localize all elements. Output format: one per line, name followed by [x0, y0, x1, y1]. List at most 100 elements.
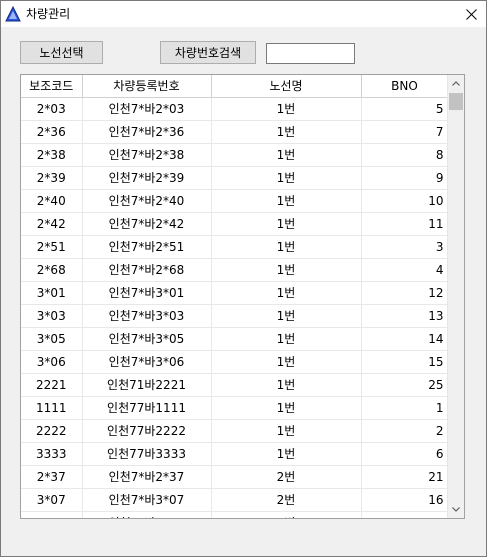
cell-bno[interactable]: 8 [361, 143, 449, 167]
cell-registration-number[interactable]: 인천7*바3*03 [82, 304, 212, 328]
cell-registration-number[interactable]: 인천7*바2*68 [82, 258, 212, 282]
cell-route-name[interactable]: 1번 [211, 442, 362, 466]
cell-route-name[interactable]: 1번 [211, 97, 362, 121]
cell-route-name[interactable]: 1번 [211, 281, 362, 305]
cell-bno[interactable]: 15 [361, 350, 449, 374]
cell-aux-code[interactable]: 2221 [21, 373, 83, 397]
cell-route-name[interactable]: 2번 [211, 511, 362, 518]
cell-route-name[interactable]: 1번 [211, 327, 362, 351]
cell-bno[interactable]: 17 [361, 511, 449, 518]
cell-registration-number[interactable]: 인천7*바3*08 [82, 511, 212, 518]
cell-registration-number[interactable]: 인천77바3333 [82, 442, 212, 466]
cell-bno[interactable]: 12 [361, 281, 449, 305]
cell-bno[interactable]: 3 [361, 235, 449, 259]
cell-aux-code[interactable]: 3*03 [21, 304, 83, 328]
table-row[interactable]: 2*68 인천7*바2*68 1번 4 [21, 258, 449, 282]
cell-aux-code[interactable]: 3*05 [21, 327, 83, 351]
cell-aux-code[interactable]: 2*36 [21, 120, 83, 144]
cell-aux-code[interactable]: 3*01 [21, 281, 83, 305]
cell-aux-code[interactable]: 3*06 [21, 350, 83, 374]
cell-bno[interactable]: 14 [361, 327, 449, 351]
table-row[interactable]: 2*51 인천7*바2*51 1번 3 [21, 235, 449, 259]
table-row[interactable]: 2222 인천77바2222 1번 2 [21, 419, 449, 443]
cell-registration-number[interactable]: 인천7*바3*07 [82, 488, 212, 512]
route-select-button[interactable]: 노선선택 [20, 41, 103, 64]
cell-route-name[interactable]: 1번 [211, 304, 362, 328]
table-row[interactable]: 3*01 인천7*바3*01 1번 12 [21, 281, 449, 305]
cell-aux-code[interactable]: 2*40 [21, 189, 83, 213]
cell-registration-number[interactable]: 인천7*바3*06 [82, 350, 212, 374]
table-row[interactable]: 3*05 인천7*바3*05 1번 14 [21, 327, 449, 351]
cell-registration-number[interactable]: 인천7*바2*51 [82, 235, 212, 259]
cell-route-name[interactable]: 1번 [211, 258, 362, 282]
cell-bno[interactable]: 5 [361, 97, 449, 121]
cell-aux-code[interactable]: 2*39 [21, 166, 83, 190]
table-row[interactable]: 3*08인천7*바3*082번17 [21, 511, 449, 518]
table-row[interactable]: 2*40 인천7*바2*40 1번 10 [21, 189, 449, 213]
table-row[interactable]: 2*36 인천7*바2*36 1번 7 [21, 120, 449, 144]
cell-route-name[interactable]: 1번 [211, 235, 362, 259]
cell-route-name[interactable]: 2번 [211, 488, 362, 512]
cell-bno[interactable]: 4 [361, 258, 449, 282]
table-row[interactable]: 3333 인천77바3333 1번 6 [21, 442, 449, 466]
cell-bno[interactable]: 6 [361, 442, 449, 466]
cell-aux-code[interactable]: 2222 [21, 419, 83, 443]
cell-route-name[interactable]: 1번 [211, 120, 362, 144]
cell-aux-code[interactable]: 2*37 [21, 465, 83, 489]
cell-route-name[interactable]: 1번 [211, 189, 362, 213]
scroll-up-button[interactable] [448, 75, 464, 92]
cell-bno[interactable]: 1 [361, 396, 449, 420]
scroll-thumb[interactable] [449, 93, 463, 110]
cell-bno[interactable]: 7 [361, 120, 449, 144]
cell-route-name[interactable]: 2번 [211, 465, 362, 489]
cell-registration-number[interactable]: 인천7*바2*40 [82, 189, 212, 213]
cell-route-name[interactable]: 1번 [211, 419, 362, 443]
cell-registration-number[interactable]: 인천7*바2*39 [82, 166, 212, 190]
cell-bno[interactable]: 25 [361, 373, 449, 397]
cell-aux-code[interactable]: 2*68 [21, 258, 83, 282]
table-row[interactable]: 3*03 인천7*바3*03 1번 13 [21, 304, 449, 328]
cell-aux-code[interactable]: 3*08 [21, 511, 83, 518]
cell-route-name[interactable]: 1번 [211, 143, 362, 167]
cell-route-name[interactable]: 1번 [211, 212, 362, 236]
table-row[interactable]: 3*07 인천7*바3*07 2번 16 [21, 488, 449, 512]
cell-registration-number[interactable]: 인천77바2222 [82, 419, 212, 443]
cell-aux-code[interactable]: 3*07 [21, 488, 83, 512]
vertical-scrollbar[interactable] [447, 75, 464, 518]
cell-route-name[interactable]: 1번 [211, 166, 362, 190]
cell-aux-code[interactable]: 2*51 [21, 235, 83, 259]
vehicle-number-search-input[interactable] [266, 43, 355, 64]
scroll-down-button[interactable] [448, 501, 464, 518]
table-row[interactable]: 2*03 인천7*바2*03 1번 5 [21, 97, 449, 121]
table-row[interactable]: 1111 인천77바1111 1번 1 [21, 396, 449, 420]
table-row[interactable]: 2*37 인천7*바2*37 2번 21 [21, 465, 449, 489]
cell-bno[interactable]: 13 [361, 304, 449, 328]
cell-route-name[interactable]: 1번 [211, 396, 362, 420]
cell-route-name[interactable]: 1번 [211, 373, 362, 397]
cell-aux-code[interactable]: 2*42 [21, 212, 83, 236]
close-button[interactable] [456, 1, 486, 27]
cell-aux-code[interactable]: 2*38 [21, 143, 83, 167]
cell-aux-code[interactable]: 3333 [21, 442, 83, 466]
cell-registration-number[interactable]: 인천7*바2*38 [82, 143, 212, 167]
cell-bno[interactable]: 11 [361, 212, 449, 236]
column-header-aux-code[interactable]: 보조코드 [21, 75, 83, 98]
column-header-bno[interactable]: BNO [361, 75, 449, 98]
cell-registration-number[interactable]: 인천7*바3*05 [82, 327, 212, 351]
cell-registration-number[interactable]: 인천71바2221 [82, 373, 212, 397]
column-header-registration-number[interactable]: 차량등록번호 [82, 75, 212, 98]
cell-registration-number[interactable]: 인천7*바2*03 [82, 97, 212, 121]
cell-registration-number[interactable]: 인천77바1111 [82, 396, 212, 420]
cell-registration-number[interactable]: 인천7*바2*37 [82, 465, 212, 489]
table-row[interactable]: 2*42 인천7*바2*42 1번 11 [21, 212, 449, 236]
cell-bno[interactable]: 9 [361, 166, 449, 190]
cell-registration-number[interactable]: 인천7*바2*42 [82, 212, 212, 236]
cell-route-name[interactable]: 1번 [211, 350, 362, 374]
table-row[interactable]: 3*06 인천7*바3*06 1번 15 [21, 350, 449, 374]
cell-registration-number[interactable]: 인천7*바2*36 [82, 120, 212, 144]
cell-aux-code[interactable]: 1111 [21, 396, 83, 420]
cell-bno[interactable]: 10 [361, 189, 449, 213]
cell-bno[interactable]: 2 [361, 419, 449, 443]
table-row[interactable]: 2*38 인천7*바2*38 1번 8 [21, 143, 449, 167]
cell-registration-number[interactable]: 인천7*바3*01 [82, 281, 212, 305]
